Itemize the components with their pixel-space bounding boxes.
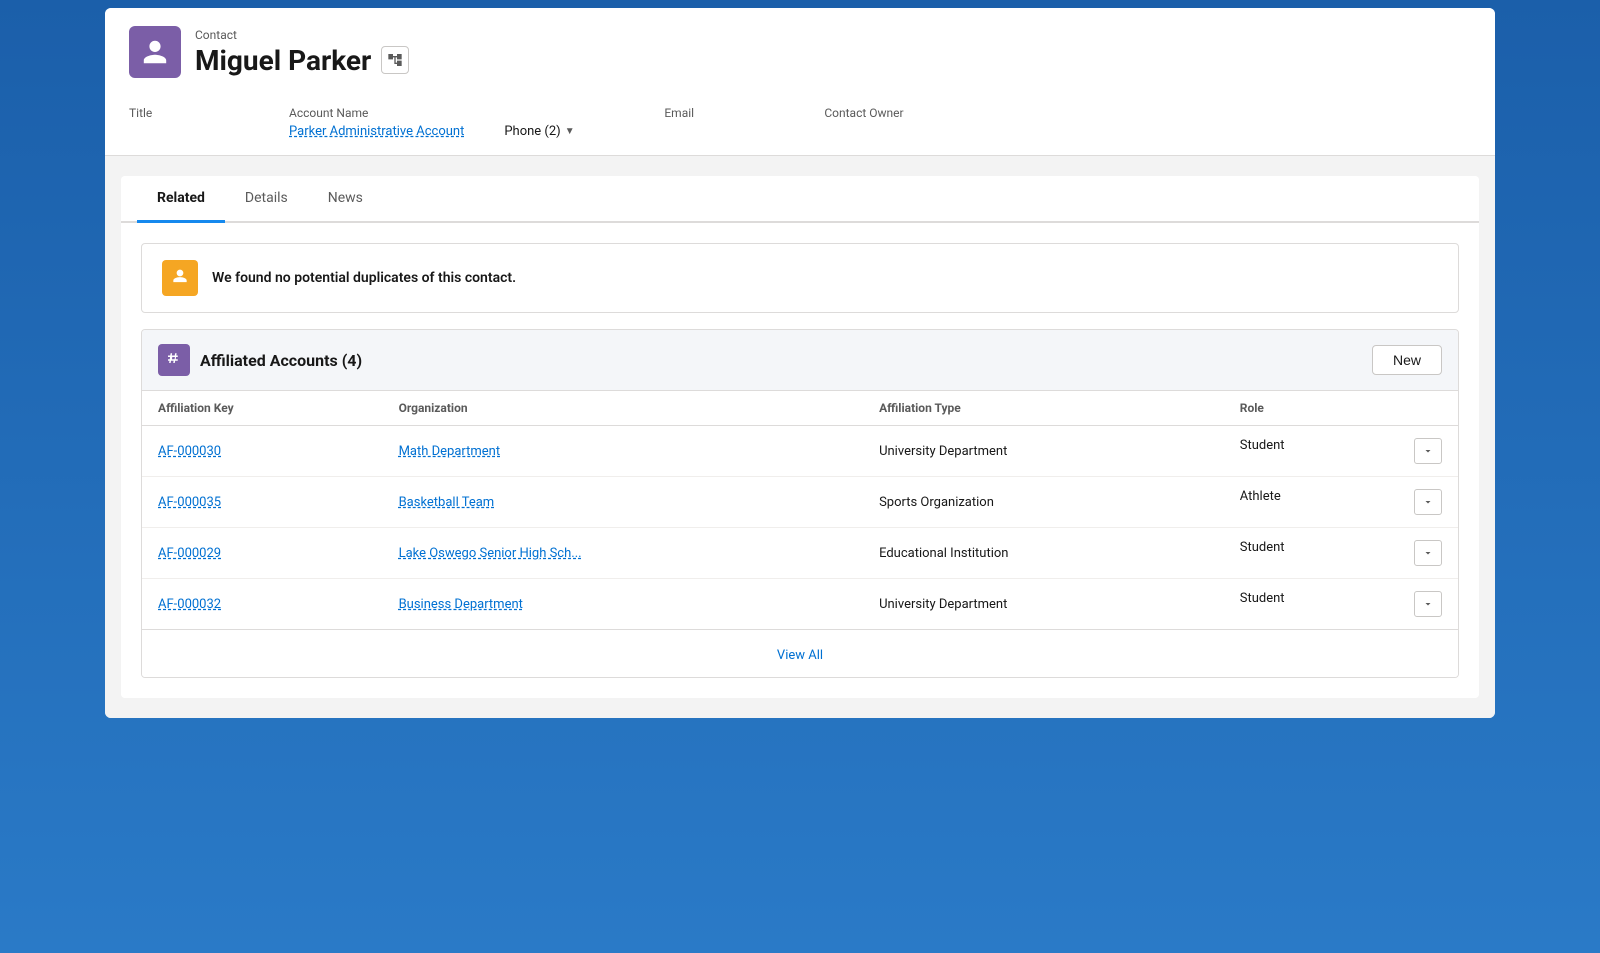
field-account-name: Account Name Parker Administrative Accou… bbox=[289, 94, 504, 155]
table-row: AF-000032Business DepartmentUniversity D… bbox=[142, 579, 1458, 630]
field-phone-label bbox=[504, 106, 624, 120]
organization-cell[interactable]: Lake Oswego Senior High Sch... bbox=[383, 528, 864, 579]
col-affiliation-type: Affiliation Type bbox=[863, 391, 1224, 426]
section-header-left: Affiliated Accounts (4) bbox=[158, 344, 362, 376]
duplicate-notice: We found no potential duplicates of this… bbox=[141, 243, 1459, 313]
field-title: Title bbox=[129, 94, 289, 155]
field-title-label: Title bbox=[129, 106, 249, 120]
page-wrapper: Contact Miguel Parker Title bbox=[0, 0, 1600, 953]
affiliated-accounts-icon bbox=[158, 344, 190, 376]
hierarchy-button[interactable] bbox=[381, 46, 409, 74]
phone-text: Phone (2) bbox=[504, 124, 560, 139]
role-cell: Student bbox=[1224, 579, 1458, 630]
view-all-link[interactable]: View All bbox=[777, 648, 823, 663]
row-action-button[interactable] bbox=[1414, 438, 1442, 464]
role-cell: Athlete bbox=[1224, 477, 1458, 528]
affiliation-type-cell: University Department bbox=[863, 426, 1224, 477]
field-account-value[interactable]: Parker Administrative Account bbox=[289, 124, 464, 139]
role-cell: Student bbox=[1224, 426, 1458, 477]
record-name: Miguel Parker bbox=[195, 44, 371, 77]
table-header: Affiliation Key Organization Affiliation… bbox=[142, 391, 1458, 426]
field-contact-owner: Contact Owner bbox=[824, 94, 984, 155]
duplicate-text: We found no potential duplicates of this… bbox=[212, 270, 516, 286]
view-all-row: View All bbox=[142, 629, 1458, 677]
role-cell: Student bbox=[1224, 528, 1458, 579]
hierarchy-icon bbox=[387, 52, 403, 68]
record-header: Contact Miguel Parker Title bbox=[105, 8, 1495, 156]
table-header-row: Affiliation Key Organization Affiliation… bbox=[142, 391, 1458, 426]
affiliation-type-cell: Educational Institution bbox=[863, 528, 1224, 579]
phone-dropdown-arrow: ▼ bbox=[565, 126, 575, 137]
organization-cell[interactable]: Math Department bbox=[383, 426, 864, 477]
tab-details[interactable]: Details bbox=[225, 176, 308, 223]
new-button[interactable]: New bbox=[1372, 345, 1442, 375]
field-account-label: Account Name bbox=[289, 106, 464, 120]
content-area: Related Details News We found no potenti… bbox=[105, 156, 1495, 718]
field-email: Email bbox=[664, 94, 824, 155]
person-up-icon bbox=[170, 268, 190, 288]
tab-related[interactable]: Related bbox=[137, 176, 225, 223]
affiliation-type-cell: University Department bbox=[863, 579, 1224, 630]
table-body: AF-000030Math DepartmentUniversity Depar… bbox=[142, 426, 1458, 630]
col-organization: Organization bbox=[383, 391, 864, 426]
col-affiliation-key: Affiliation Key bbox=[142, 391, 383, 426]
field-title-value bbox=[129, 124, 249, 139]
affiliation-key-cell[interactable]: AF-000030 bbox=[142, 426, 383, 477]
record-name-row: Miguel Parker bbox=[195, 44, 409, 77]
affiliation-key-cell[interactable]: AF-000035 bbox=[142, 477, 383, 528]
affiliated-accounts-table: Affiliation Key Organization Affiliation… bbox=[142, 391, 1458, 629]
record-title-group: Contact Miguel Parker bbox=[195, 28, 409, 77]
affiliated-accounts-title: Affiliated Accounts (4) bbox=[200, 351, 362, 370]
hashtag-icon bbox=[165, 351, 183, 369]
field-contact-owner-value bbox=[824, 124, 944, 139]
field-email-value bbox=[664, 124, 784, 139]
tabs-bar: Related Details News bbox=[121, 176, 1479, 223]
table-row: AF-000029Lake Oswego Senior High Sch...E… bbox=[142, 528, 1458, 579]
field-phone-value[interactable]: Phone (2) ▼ bbox=[504, 124, 624, 139]
row-action-button[interactable] bbox=[1414, 591, 1442, 617]
field-phone: Phone (2) ▼ bbox=[504, 94, 664, 155]
row-action-button[interactable] bbox=[1414, 489, 1442, 515]
tab-content-related: We found no potential duplicates of this… bbox=[121, 223, 1479, 698]
organization-cell[interactable]: Basketball Team bbox=[383, 477, 864, 528]
table-row: AF-000035Basketball TeamSports Organizat… bbox=[142, 477, 1458, 528]
tab-news[interactable]: News bbox=[308, 176, 383, 223]
section-header: Affiliated Accounts (4) New bbox=[142, 330, 1458, 391]
row-action-button[interactable] bbox=[1414, 540, 1442, 566]
person-icon bbox=[141, 38, 169, 66]
affiliated-accounts-section: Affiliated Accounts (4) New Affiliation … bbox=[141, 329, 1459, 678]
record-fields: Title Account Name Parker Administrative… bbox=[129, 94, 1471, 155]
affiliation-key-cell[interactable]: AF-000029 bbox=[142, 528, 383, 579]
contact-icon bbox=[129, 26, 181, 78]
organization-cell[interactable]: Business Department bbox=[383, 579, 864, 630]
record-header-top: Contact Miguel Parker bbox=[129, 26, 1471, 78]
duplicate-warning-icon bbox=[162, 260, 198, 296]
field-email-label: Email bbox=[664, 106, 784, 120]
record-type-label: Contact bbox=[195, 28, 409, 42]
affiliation-key-cell[interactable]: AF-000032 bbox=[142, 579, 383, 630]
table-row: AF-000030Math DepartmentUniversity Depar… bbox=[142, 426, 1458, 477]
col-role: Role bbox=[1224, 391, 1458, 426]
field-contact-owner-label: Contact Owner bbox=[824, 106, 944, 120]
affiliation-type-cell: Sports Organization bbox=[863, 477, 1224, 528]
main-card: Contact Miguel Parker Title bbox=[105, 8, 1495, 718]
tabs-wrapper: Related Details News We found no potenti… bbox=[121, 176, 1479, 698]
